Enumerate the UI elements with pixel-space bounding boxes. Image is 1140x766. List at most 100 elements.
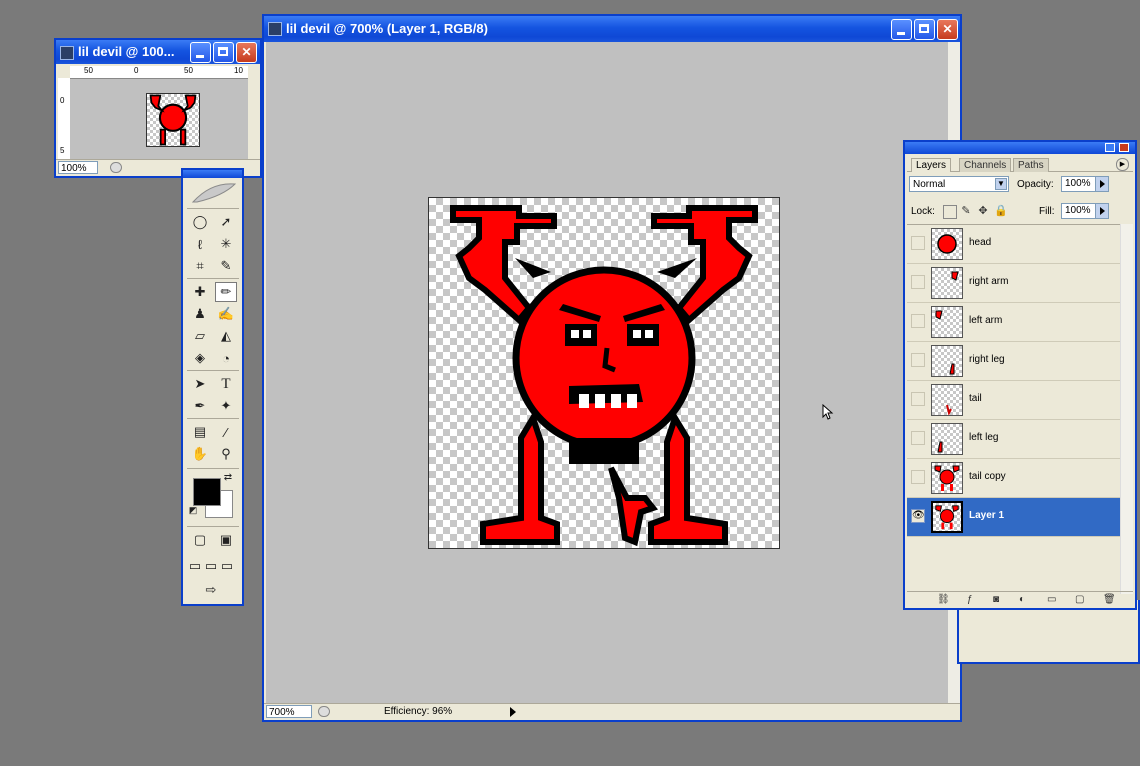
ruler-label: 0 [60, 96, 65, 105]
minimize-button[interactable] [891, 19, 912, 40]
visibility-toggle[interactable] [911, 314, 925, 328]
new-layer-icon[interactable]: ▢ [1075, 594, 1084, 605]
eraser-tool-icon[interactable]: ▱ [189, 326, 211, 346]
tab-layers[interactable]: Layers [911, 158, 952, 172]
toolbox-header[interactable] [183, 170, 242, 178]
blend-mode-select[interactable]: Normal ▼ [909, 176, 1009, 192]
full-screen-mode-icon[interactable]: ▭ [219, 556, 235, 576]
layers-palette-header[interactable] [905, 142, 1135, 154]
crop-tool-icon[interactable]: ⌗ [189, 256, 211, 276]
visibility-toggle[interactable] [911, 275, 925, 289]
standard-screen-mode-icon[interactable]: ▭ [187, 556, 203, 576]
layer-row[interactable]: right leg [907, 342, 1121, 381]
fill-field[interactable]: 100% [1061, 203, 1097, 219]
status-bar: 700% Efficiency: 96% [264, 703, 960, 720]
layer-row[interactable]: tail copy [907, 459, 1121, 498]
standard-mode-icon[interactable]: ▢ [189, 530, 211, 550]
pencil-tool-icon[interactable]: ✏ [215, 282, 237, 302]
custom-shape-tool-icon[interactable]: ✦ [215, 396, 237, 416]
layer-row-selected[interactable]: 👁 Layer 1 [907, 498, 1121, 537]
maximize-button[interactable] [914, 19, 935, 40]
new-group-icon[interactable]: ▭ [1047, 594, 1056, 605]
maximize-button[interactable] [213, 42, 234, 63]
tab-channels[interactable]: Channels [959, 158, 1012, 172]
navigator-titlebar[interactable]: lil devil @ 100... ✕ [56, 40, 260, 64]
devil-thumbnail-art [149, 94, 197, 146]
status-menu-icon[interactable] [110, 162, 122, 173]
ruler-label: 50 [184, 66, 193, 75]
fill-slider-button[interactable] [1095, 203, 1109, 219]
link-layers-icon[interactable]: ⛓ [937, 594, 950, 605]
status-menu-icon[interactable] [318, 706, 330, 717]
document-titlebar[interactable]: lil devil @ 700% (Layer 1, RGB/8) ✕ [264, 16, 960, 42]
zoom-field[interactable]: 700% [266, 705, 312, 718]
quick-mask-mode-icon[interactable]: ▣ [215, 530, 237, 550]
path-selection-tool-icon[interactable]: ➤ [189, 374, 211, 394]
lock-all-icon[interactable]: 🔒 [994, 205, 1008, 217]
minimize-button[interactable] [190, 42, 211, 63]
layer-thumbnail [931, 423, 963, 455]
layer-thumbnail [931, 228, 963, 260]
layers-scrollbar[interactable] [1120, 224, 1133, 594]
history-brush-tool-icon[interactable]: ✍ [215, 304, 237, 324]
pen-tool-icon[interactable]: ✒ [189, 396, 211, 416]
layer-name: tail [969, 393, 982, 404]
layer-row[interactable]: head [907, 225, 1121, 264]
visibility-toggle[interactable] [911, 470, 925, 484]
lasso-tool-icon[interactable]: ℓ [189, 234, 211, 254]
blur-tool-icon[interactable]: ◈ [189, 348, 211, 368]
feather-icon[interactable] [187, 180, 239, 206]
visibility-toggle[interactable] [911, 353, 925, 367]
marquee-tool-icon[interactable]: ◯ [189, 212, 211, 232]
default-colors-icon[interactable]: ◩ [187, 504, 199, 516]
type-tool-icon[interactable]: T [215, 374, 237, 394]
visibility-toggle[interactable] [911, 392, 925, 406]
visibility-toggle[interactable] [911, 431, 925, 445]
tab-paths[interactable]: Paths [1013, 158, 1049, 172]
clone-stamp-tool-icon[interactable]: ♟ [189, 304, 211, 324]
lock-transparency-icon[interactable] [943, 205, 957, 219]
layer-row[interactable]: tail [907, 381, 1121, 420]
add-mask-icon[interactable]: ◙ [993, 594, 999, 605]
lock-label: Lock: [911, 206, 935, 217]
dodge-tool-icon[interactable]: ◔ [215, 348, 237, 368]
close-button[interactable]: ✕ [236, 42, 257, 63]
delete-layer-icon[interactable]: 🗑 [1103, 594, 1116, 605]
magic-wand-tool-icon[interactable]: ✳ [215, 234, 237, 254]
move-tool-icon[interactable]: ➚ [215, 212, 237, 232]
layer-thumbnail [931, 462, 963, 494]
paint-bucket-tool-icon[interactable]: ◭ [215, 326, 237, 346]
opacity-field[interactable]: 100% [1061, 176, 1097, 192]
layers-list: head right arm left arm right leg tail l… [907, 224, 1121, 595]
eyedropper-tool-icon[interactable]: ⁄ [215, 422, 237, 442]
palette-menu-icon[interactable]: ▶ [1116, 158, 1129, 171]
ruler-label: 5 [60, 146, 65, 155]
slice-tool-icon[interactable]: ✎ [215, 256, 237, 276]
layer-row[interactable]: right arm [907, 264, 1121, 303]
eye-icon[interactable]: 👁 [911, 509, 925, 523]
photoshop-doc-icon [60, 46, 74, 60]
visibility-toggle[interactable] [911, 236, 925, 250]
navigator-zoom-field[interactable]: 100% [58, 161, 98, 174]
minimize-palette-button[interactable] [1105, 143, 1115, 152]
swap-colors-icon[interactable]: ⇄ [221, 470, 235, 484]
layer-row[interactable]: left arm [907, 303, 1121, 342]
opacity-slider-button[interactable] [1095, 176, 1109, 192]
layer-style-icon[interactable]: ƒ [967, 594, 973, 605]
navigator-canvas[interactable] [70, 79, 248, 160]
close-palette-button[interactable] [1119, 143, 1129, 152]
lock-image-icon[interactable]: ✎ [960, 205, 972, 217]
lock-position-icon[interactable]: ✥ [977, 205, 989, 217]
healing-brush-tool-icon[interactable]: ✚ [189, 282, 211, 302]
foreground-color-swatch[interactable] [193, 478, 221, 506]
close-button[interactable]: ✕ [937, 19, 958, 40]
jump-to-imageready-icon[interactable]: ⇨ [189, 580, 233, 600]
zoom-tool-icon[interactable]: ⚲ [215, 444, 237, 464]
notes-tool-icon[interactable]: ▤ [189, 422, 211, 442]
full-screen-menu-mode-icon[interactable]: ▭ [203, 556, 219, 576]
artboard[interactable] [428, 197, 780, 549]
hand-tool-icon[interactable]: ✋ [189, 444, 211, 464]
status-arrow-icon[interactable] [510, 707, 516, 717]
layer-row[interactable]: left leg [907, 420, 1121, 459]
adjustment-layer-icon[interactable]: ◐ [1019, 594, 1025, 605]
